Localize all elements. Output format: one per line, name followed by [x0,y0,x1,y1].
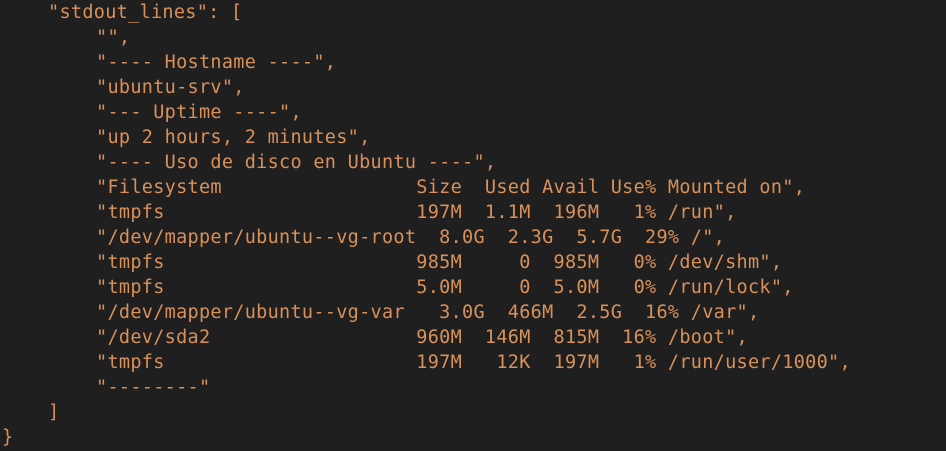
disk-table-row: "/dev/mapper/ubuntu--vg-root 8.0G 2.3G 5… [96,227,726,248]
output-line: "up 2 hours, 2 minutes", [96,127,371,148]
terminal-output: "stdout_lines": [ "", "---- Hostname ---… [0,0,946,451]
output-line: "ubuntu-srv", [96,77,245,98]
output-line: "--------" [96,377,211,398]
output-line: "", [96,27,131,48]
disk-table-row: "/dev/mapper/ubuntu--vg-var 3.0G 466M 2.… [96,302,760,323]
disk-table-header: "Filesystem Size Used Avail Use% Mounted… [96,177,806,198]
closing-brace: } [2,427,14,448]
stdout-lines-key: "stdout_lines": [ [48,2,243,23]
output-line: "---- Uso de disco en Ubuntu ----", [96,152,497,173]
closing-bracket: ] [48,402,60,423]
disk-table-row: "tmpfs 197M 12K 197M 1% /run/user/1000", [96,352,851,373]
output-line: "--- Uptime ----", [96,102,302,123]
disk-table-row: "tmpfs 197M 1.1M 196M 1% /run", [96,202,737,223]
disk-table-row: "/dev/sda2 960M 146M 815M 16% /boot", [96,327,748,348]
disk-table-row: "tmpfs 5.0M 0 5.0M 0% /run/lock", [96,277,794,298]
output-line: "---- Hostname ----", [96,52,337,73]
disk-table-row: "tmpfs 985M 0 985M 0% /dev/shm", [96,252,783,273]
